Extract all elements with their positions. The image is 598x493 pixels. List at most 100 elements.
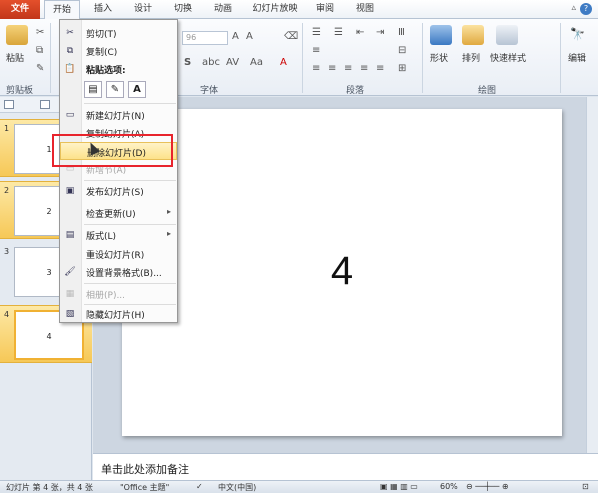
zoom-slider[interactable]: ⊖ ──┼── ⊕ <box>466 482 509 491</box>
bullets-icon[interactable]: ☰ <box>312 27 321 38</box>
align-center-icon[interactable]: ≡ <box>328 63 336 74</box>
menu-item-hide-slide[interactable]: ▧ 隐藏幻灯片(H) <box>60 305 177 323</box>
shapes-icon[interactable] <box>430 25 452 45</box>
paste-text-only-icon[interactable]: A <box>128 81 146 98</box>
menu-item-label: 相册(P)... <box>86 291 126 301</box>
align-text-icon[interactable]: ⊟ <box>398 45 406 56</box>
change-case-icon[interactable]: Aa <box>250 57 263 68</box>
menu-item-label: 检查更新(U) <box>86 210 136 220</box>
shapes-button[interactable]: 形状 <box>430 51 448 64</box>
smartart-icon[interactable]: ⊞ <box>398 63 406 74</box>
menu-item-label: 重设幻灯片(R) <box>86 251 145 261</box>
format-background-icon: 🖌 <box>64 267 76 277</box>
format-painter-icon[interactable]: ✎ <box>36 63 44 74</box>
submenu-arrow-icon: ▸ <box>166 229 171 238</box>
minimize-ribbon-icon[interactable]: ▵ <box>571 3 576 13</box>
quick-styles-button[interactable]: 快速样式 <box>490 51 526 64</box>
tab-slideshow[interactable]: 幻灯片放映 <box>248 0 302 19</box>
menu-item-photo-album[interactable]: ▦ 相册(P)... <box>60 285 177 303</box>
menu-item-label: 剪切(T) <box>86 30 117 40</box>
menu-item-copy[interactable]: ⧉ 复制(C) <box>60 42 177 60</box>
drawing-group-label: 绘图 <box>478 86 497 96</box>
menu-item-label: 设置背景格式(B)... <box>86 269 162 279</box>
tab-design[interactable]: 设计 <box>128 0 158 19</box>
tab-file[interactable]: 文件 <box>0 0 40 19</box>
view-buttons-icon[interactable]: ▣ ▦ ▥ ▭ <box>380 482 418 491</box>
language-status[interactable]: 中文(中国) <box>218 482 256 493</box>
shadow-icon[interactable]: S <box>184 57 191 68</box>
divider <box>422 23 423 93</box>
menu-separator <box>84 180 176 181</box>
slides-tab-icon[interactable] <box>4 100 14 109</box>
align-right-icon[interactable]: ≡ <box>344 63 352 74</box>
font-group-label: 字体 <box>200 86 219 96</box>
notes-placeholder: 单击此处添加备注 <box>101 463 189 476</box>
paste-keep-formatting-icon[interactable]: ✎ <box>106 81 124 98</box>
edit-button[interactable]: 编辑 <box>568 51 586 64</box>
tab-view[interactable]: 视图 <box>350 0 380 19</box>
tab-home[interactable]: 开始 <box>44 0 80 20</box>
current-slide[interactable]: 4 <box>122 109 562 436</box>
spellcheck-icon[interactable]: ✓ <box>196 482 203 491</box>
justify-icon[interactable]: ≡ <box>360 63 368 74</box>
grow-font-icon[interactable]: A <box>232 31 239 42</box>
arrange-button[interactable]: 排列 <box>462 51 480 64</box>
tab-animation[interactable]: 动画 <box>208 0 238 19</box>
text-direction-icon[interactable]: Ⅲ <box>398 27 405 38</box>
numbering-icon[interactable]: ☰ <box>334 27 343 38</box>
menu-separator <box>84 103 176 104</box>
slide-count-status: 幻灯片 第 4 张，共 4 张 <box>6 483 93 492</box>
font-color-icon[interactable]: A <box>280 57 287 68</box>
outline-tab-icon[interactable] <box>40 100 50 109</box>
menu-item-new-slide[interactable]: ▭ 新建幻灯片(N) <box>60 106 177 124</box>
menu-item-label: 隐藏幻灯片(H) <box>86 311 145 321</box>
layout-icon: ▤ <box>65 230 75 240</box>
menu-item-label: 复制(C) <box>86 48 118 58</box>
fit-window-icon[interactable]: ⊡ <box>582 482 589 491</box>
menu-item-cut[interactable]: ✂ 剪切(T) <box>60 24 177 42</box>
paste-icon[interactable] <box>6 25 28 45</box>
tab-review[interactable]: 审阅 <box>310 0 340 19</box>
hide-slide-icon: ▧ <box>65 309 75 319</box>
zoom-level[interactable]: 60% <box>440 482 458 491</box>
help-icon[interactable]: ? <box>580 3 592 15</box>
align-left-icon[interactable]: ≡ <box>312 63 320 74</box>
strikethrough-icon[interactable]: abc <box>202 57 220 68</box>
paragraph-group-label: 段落 <box>346 86 365 96</box>
menu-separator <box>84 283 176 284</box>
cut-icon[interactable]: ✂ <box>36 27 44 38</box>
notes-pane[interactable]: 单击此处添加备注 <box>93 453 598 480</box>
font-size-combo[interactable]: 96 <box>182 31 228 45</box>
paste-button[interactable]: 粘贴 <box>6 51 24 64</box>
paste-use-destination-theme-icon[interactable]: ▤ <box>84 81 102 98</box>
highlight-annotation-box <box>52 134 173 167</box>
menu-item-check-updates[interactable]: 检查更新(U) ▸ <box>60 204 177 222</box>
menu-separator <box>84 224 176 225</box>
slide-number: 3 <box>4 247 10 256</box>
decrease-indent-icon[interactable]: ⇤ <box>356 27 364 38</box>
quick-styles-icon[interactable] <box>496 25 518 45</box>
menu-item-publish-slides[interactable]: ▣ 发布幻灯片(S) <box>60 182 177 200</box>
char-spacing-icon[interactable]: AV <box>226 57 239 68</box>
increase-indent-icon[interactable]: ⇥ <box>376 27 384 38</box>
shrink-font-icon[interactable]: A <box>246 31 253 42</box>
slide-number: 4 <box>4 310 10 319</box>
slide-number: 1 <box>4 124 10 133</box>
menu-item-layout[interactable]: ▤ 版式(L) ▸ <box>60 226 177 244</box>
menu-item-reset-slide[interactable]: 重设幻灯片(R) <box>60 245 177 263</box>
distribute-icon[interactable]: ≡ <box>376 63 384 74</box>
status-bar: 幻灯片 第 4 张，共 4 张 "Office 主题" ✓ 中文(中国) ▣ ▦… <box>0 480 598 493</box>
find-icon[interactable]: 🔭 <box>570 27 585 41</box>
clear-format-icon[interactable]: ⌫ <box>284 31 298 42</box>
vertical-scrollbar[interactable] <box>586 97 598 453</box>
menu-item-format-background[interactable]: 🖌 设置背景格式(B)... <box>60 263 177 281</box>
arrange-icon[interactable] <box>462 25 484 45</box>
slide-content-text[interactable]: 4 <box>122 249 562 294</box>
tab-transition[interactable]: 切换 <box>168 0 198 19</box>
menu-item-label: 发布幻灯片(S) <box>86 188 144 198</box>
line-spacing-icon[interactable]: ≡ <box>312 45 320 56</box>
clipboard-group-label: 剪贴板 <box>6 86 34 96</box>
submenu-arrow-icon: ▸ <box>166 207 171 216</box>
tab-insert[interactable]: 插入 <box>88 0 118 19</box>
copy-icon[interactable]: ⧉ <box>36 45 43 56</box>
